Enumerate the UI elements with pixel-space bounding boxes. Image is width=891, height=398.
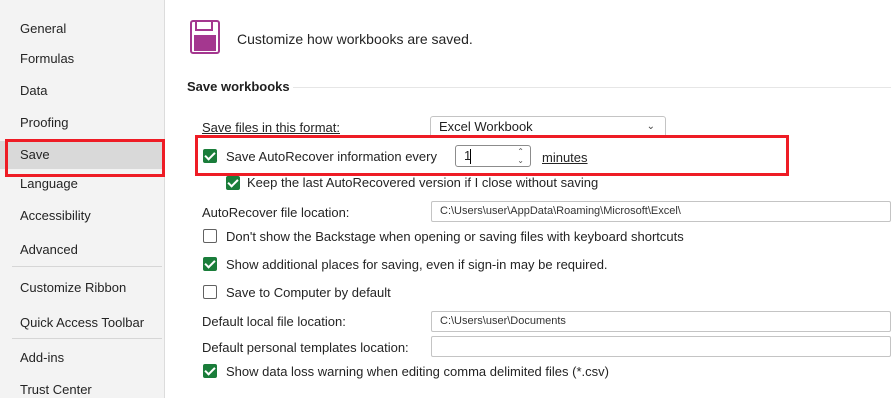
default-templates-input[interactable] bbox=[431, 336, 891, 357]
sidebar-item-customize-ribbon[interactable]: Customize Ribbon bbox=[0, 274, 164, 302]
additional-places-label: Show additional places for saving, even … bbox=[226, 257, 608, 272]
text-caret bbox=[470, 149, 471, 164]
sidebar-item-proofing[interactable]: Proofing bbox=[0, 109, 164, 137]
keep-last-label: Keep the last AutoRecovered version if I… bbox=[247, 175, 599, 190]
backstage-label: Don't show the Backstage when opening or… bbox=[226, 229, 684, 244]
chevron-up-icon[interactable]: ⌃ bbox=[517, 147, 524, 156]
save-to-computer-label: Save to Computer by default bbox=[226, 285, 391, 300]
autorecover-minutes-stepper[interactable]: 1 ⌃ ⌄ bbox=[455, 145, 531, 167]
sidebar-item-language[interactable]: Language bbox=[0, 170, 164, 198]
additional-places-checkbox[interactable] bbox=[203, 257, 217, 271]
save-to-computer-checkbox[interactable] bbox=[203, 285, 217, 299]
sidebar-item-data[interactable]: Data bbox=[0, 77, 164, 105]
sidebar-item-general[interactable]: General bbox=[0, 15, 164, 43]
keep-last-checkbox[interactable] bbox=[226, 176, 240, 190]
sidebar-item-save[interactable]: Save bbox=[0, 141, 164, 169]
autorecover-label: Save AutoRecover information every bbox=[226, 149, 437, 164]
section-title: Save workbooks bbox=[187, 79, 290, 94]
autorecover-checkbox[interactable] bbox=[203, 149, 217, 163]
default-local-input[interactable]: C:\Users\user\Documents bbox=[431, 311, 891, 332]
sidebar-item-accessibility[interactable]: Accessibility bbox=[0, 202, 164, 230]
data-loss-checkbox[interactable] bbox=[203, 364, 217, 378]
chevron-down-icon: ⌄ bbox=[646, 121, 655, 132]
data-loss-label: Show data loss warning when editing comm… bbox=[226, 364, 609, 379]
sidebar-item-quick-access-toolbar[interactable]: Quick Access Toolbar bbox=[0, 309, 164, 337]
minutes-label: minutes bbox=[542, 150, 588, 165]
save-floppy-icon bbox=[190, 20, 220, 54]
autorecover-location-label: AutoRecover file location: bbox=[202, 205, 350, 220]
sidebar-divider bbox=[12, 266, 162, 267]
page-header-text: Customize how workbooks are saved. bbox=[237, 31, 473, 47]
sidebar-item-add-ins[interactable]: Add-ins bbox=[0, 344, 164, 372]
save-options-panel: Customize how workbooks are saved. Save … bbox=[165, 0, 891, 398]
format-dropdown-value: Excel Workbook bbox=[439, 119, 533, 134]
default-local-label: Default local file location: bbox=[202, 314, 346, 329]
sidebar-divider bbox=[12, 338, 162, 339]
options-sidebar: General Formulas Data Proofing Save Lang… bbox=[0, 0, 165, 398]
format-dropdown[interactable]: Excel Workbook ⌄ bbox=[430, 116, 666, 138]
autorecover-location-input[interactable]: C:\Users\user\AppData\Roaming\Microsoft\… bbox=[431, 201, 891, 222]
section-divider bbox=[293, 87, 891, 88]
format-label: Save files in this format: bbox=[202, 120, 340, 135]
sidebar-item-advanced[interactable]: Advanced bbox=[0, 236, 164, 264]
default-templates-label: Default personal templates location: bbox=[202, 340, 409, 355]
backstage-checkbox[interactable] bbox=[203, 229, 217, 243]
chevron-down-icon[interactable]: ⌄ bbox=[517, 156, 524, 165]
sidebar-item-trust-center[interactable]: Trust Center bbox=[0, 376, 164, 398]
sidebar-item-formulas[interactable]: Formulas bbox=[0, 45, 164, 73]
